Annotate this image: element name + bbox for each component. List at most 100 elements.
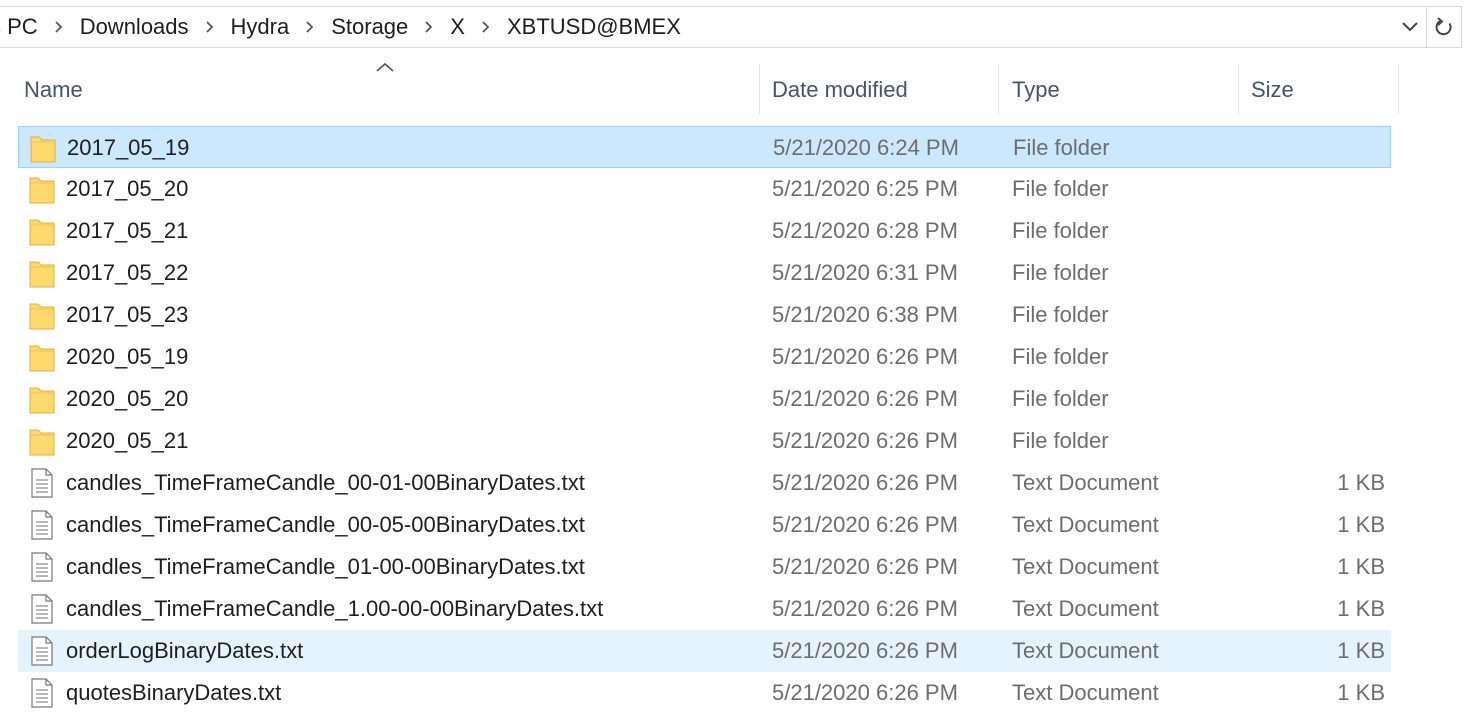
column-header-type[interactable]: Type xyxy=(1012,62,1232,118)
file-date-modified: 5/21/2020 6:24 PM xyxy=(773,135,959,160)
file-name: 2017_05_20 xyxy=(66,176,189,201)
folder-icon xyxy=(28,173,56,205)
folder-icon xyxy=(28,257,56,289)
chevron-right-icon[interactable] xyxy=(469,20,503,34)
column-divider[interactable] xyxy=(759,64,760,114)
file-type: File folder xyxy=(1012,386,1109,411)
file-date-modified: 5/21/2020 6:26 PM xyxy=(772,428,958,453)
file-name: 2020_05_20 xyxy=(66,386,189,411)
breadcrumb-item[interactable]: X xyxy=(446,14,469,40)
text-document-icon xyxy=(28,635,56,667)
breadcrumb-item[interactable]: XBTUSD@BMEX xyxy=(503,14,685,40)
file-row[interactable]: 2017_05_22 5/21/2020 6:31 PM File folder xyxy=(18,252,1391,294)
file-date-modified: 5/21/2020 6:26 PM xyxy=(772,638,958,663)
file-name: 2017_05_19 xyxy=(67,135,190,160)
folder-icon xyxy=(28,299,56,331)
folder-icon xyxy=(28,215,56,247)
chevron-right-icon[interactable] xyxy=(193,20,227,34)
file-date-modified: 5/21/2020 6:26 PM xyxy=(772,386,958,411)
file-date-modified: 5/21/2020 6:26 PM xyxy=(772,344,958,369)
file-date-modified: 5/21/2020 6:26 PM xyxy=(772,596,958,621)
file-date-modified: 5/21/2020 6:26 PM xyxy=(772,680,958,705)
file-type: File folder xyxy=(1012,176,1109,201)
file-row[interactable]: candles_TimeFrameCandle_01-00-00BinaryDa… xyxy=(18,546,1391,588)
file-type: File folder xyxy=(1012,302,1109,327)
file-row[interactable]: candles_TimeFrameCandle_00-05-00BinaryDa… xyxy=(18,504,1391,546)
folder-icon xyxy=(28,341,56,373)
file-type: Text Document xyxy=(1012,596,1159,621)
chevron-right-icon[interactable] xyxy=(412,20,446,34)
file-name: orderLogBinaryDates.txt xyxy=(66,638,304,663)
file-name: candles_TimeFrameCandle_00-01-00BinaryDa… xyxy=(66,470,585,495)
file-date-modified: 5/21/2020 6:28 PM xyxy=(772,218,958,243)
chevron-down-icon xyxy=(1402,22,1418,32)
file-name: 2020_05_21 xyxy=(66,428,189,453)
file-row[interactable]: orderLogBinaryDates.txt 5/21/2020 6:26 PM… xyxy=(18,630,1391,672)
file-row[interactable]: 2020_05_21 5/21/2020 6:26 PM File folder xyxy=(18,420,1391,462)
file-name: 2017_05_22 xyxy=(66,260,189,285)
file-type: Text Document xyxy=(1012,512,1159,537)
refresh-button[interactable] xyxy=(1426,7,1461,47)
text-document-icon xyxy=(28,677,56,709)
file-size: 1 KB xyxy=(1337,596,1385,621)
file-type: File folder xyxy=(1013,135,1110,160)
text-document-icon xyxy=(28,593,56,625)
file-type: File folder xyxy=(1012,218,1109,243)
file-size: 1 KB xyxy=(1337,470,1385,495)
address-history-button[interactable] xyxy=(1395,7,1425,47)
file-size: 1 KB xyxy=(1337,680,1385,705)
file-name: 2017_05_21 xyxy=(66,218,189,243)
file-size: 1 KB xyxy=(1337,638,1385,663)
chevron-right-icon[interactable] xyxy=(293,20,327,34)
text-document-icon xyxy=(28,467,56,499)
file-row[interactable]: 2017_05_23 5/21/2020 6:38 PM File folder xyxy=(18,294,1391,336)
file-date-modified: 5/21/2020 6:26 PM xyxy=(772,512,958,537)
file-row[interactable]: 2020_05_19 5/21/2020 6:26 PM File folder xyxy=(18,336,1391,378)
breadcrumb-item[interactable]: Downloads xyxy=(76,14,193,40)
folder-icon xyxy=(29,132,57,164)
file-row[interactable]: 2020_05_20 5/21/2020 6:26 PM File folder xyxy=(18,378,1391,420)
column-header-row: Name Date modified Type Size xyxy=(0,62,1474,118)
column-header-size[interactable]: Size xyxy=(1251,62,1391,118)
column-header-date[interactable]: Date modified xyxy=(772,62,992,118)
file-size: 1 KB xyxy=(1337,554,1385,579)
file-row[interactable]: quotesBinaryDates.txt 5/21/2020 6:26 PM Te… xyxy=(18,672,1391,714)
file-date-modified: 5/21/2020 6:26 PM xyxy=(772,554,958,579)
file-type: File folder xyxy=(1012,260,1109,285)
address-bar[interactable]: s PC Downloads Hydra Storage X XBTUSD@BMEX xyxy=(0,6,1462,48)
chevron-right-icon[interactable] xyxy=(42,20,76,34)
breadcrumb: s PC Downloads Hydra Storage X XBTUSD@BMEX xyxy=(0,7,685,47)
file-type: Text Document xyxy=(1012,470,1159,495)
breadcrumb-item[interactable]: Hydra xyxy=(227,14,294,40)
file-name: candles_TimeFrameCandle_00-05-00BinaryDa… xyxy=(66,512,585,537)
file-type: Text Document xyxy=(1012,680,1159,705)
file-row[interactable]: candles_TimeFrameCandle_1.00-00-00Binary… xyxy=(18,588,1391,630)
file-name: 2017_05_23 xyxy=(66,302,189,327)
file-name: 2020_05_19 xyxy=(66,344,189,369)
file-row[interactable]: candles_TimeFrameCandle_00-01-00BinaryDa… xyxy=(18,462,1391,504)
refresh-icon xyxy=(1435,17,1452,36)
column-divider[interactable] xyxy=(998,64,999,114)
file-date-modified: 5/21/2020 6:38 PM xyxy=(772,302,958,327)
file-name: candles_TimeFrameCandle_01-00-00BinaryDa… xyxy=(66,554,585,579)
file-date-modified: 5/21/2020 6:31 PM xyxy=(772,260,958,285)
folder-icon xyxy=(28,425,56,457)
column-divider[interactable] xyxy=(1398,64,1399,114)
file-name: candles_TimeFrameCandle_1.00-00-00Binary… xyxy=(66,596,604,621)
file-row[interactable]: 2017_05_19 5/21/2020 6:24 PM File folder xyxy=(18,126,1391,168)
breadcrumb-item[interactable]: Storage xyxy=(327,14,412,40)
file-type: File folder xyxy=(1012,344,1109,369)
file-type: Text Document xyxy=(1012,554,1159,579)
column-header-name[interactable]: Name xyxy=(24,62,754,118)
column-divider[interactable] xyxy=(1238,64,1239,114)
file-type: File folder xyxy=(1012,428,1109,453)
file-row[interactable]: 2017_05_20 5/21/2020 6:25 PM File folder xyxy=(18,168,1391,210)
file-date-modified: 5/21/2020 6:26 PM xyxy=(772,470,958,495)
file-type: Text Document xyxy=(1012,638,1159,663)
file-row[interactable]: 2017_05_21 5/21/2020 6:28 PM File folder xyxy=(18,210,1391,252)
file-name: quotesBinaryDates.txt xyxy=(66,680,282,705)
file-size: 1 KB xyxy=(1337,512,1385,537)
breadcrumb-item[interactable]: s PC xyxy=(0,14,42,40)
text-document-icon xyxy=(28,509,56,541)
text-document-icon xyxy=(28,551,56,583)
